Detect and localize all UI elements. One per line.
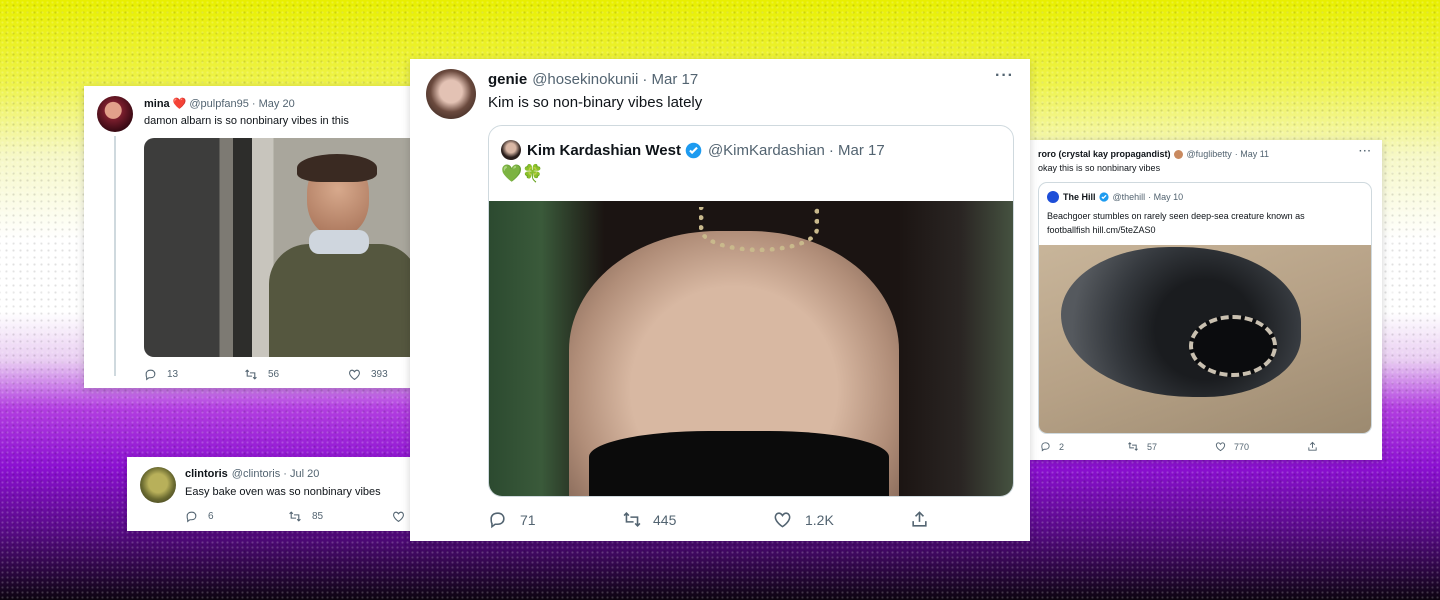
retweet-icon xyxy=(245,369,257,380)
heart-icon xyxy=(1215,442,1226,452)
tweet-actions: 13 56 393 xyxy=(144,368,388,381)
reply-icon xyxy=(1041,442,1050,452)
tweet-card-clintoris[interactable]: clintoris @clintoris · Jul 20 Easy bake … xyxy=(127,457,427,531)
like-count: 1.2K xyxy=(805,511,834,528)
display-name[interactable]: clintoris xyxy=(185,468,228,480)
retweet-icon xyxy=(1128,442,1138,451)
reply-count: 2 xyxy=(1059,441,1065,452)
tweet-card-genie[interactable]: genie @hosekinokunii · Mar 17 ··· Kim is… xyxy=(410,59,1030,541)
timestamp[interactable]: · Mar 17 xyxy=(642,71,698,88)
display-name[interactable]: mina xyxy=(144,98,170,110)
heart-icon xyxy=(393,511,404,523)
display-name[interactable]: genie xyxy=(488,71,527,88)
quote-handle[interactable]: @KimKardashian xyxy=(708,142,825,159)
quote-timestamp[interactable]: · May 10 xyxy=(1148,192,1183,202)
reply-icon xyxy=(186,511,197,523)
handle[interactable]: @hosekinokunii xyxy=(532,71,638,88)
avatar-mina[interactable] xyxy=(97,96,133,132)
retweet-button[interactable]: 85 xyxy=(288,510,392,523)
reply-count: 6 xyxy=(208,511,214,522)
thread-line xyxy=(114,136,116,376)
quote-display-name[interactable]: Kim Kardashian West xyxy=(527,142,681,159)
avatar-genie[interactable] xyxy=(426,69,476,119)
quote-tweet[interactable]: Kim Kardashian West @KimKardashian · Mar… xyxy=(488,125,1014,497)
tweet-actions: 2 57 770 xyxy=(1040,441,1318,452)
retweet-button[interactable]: 57 xyxy=(1127,441,1215,452)
avatar-clintoris[interactable] xyxy=(140,467,176,503)
quote-photo[interactable] xyxy=(489,201,1013,496)
reply-icon xyxy=(145,369,156,381)
like-button[interactable]: 393 xyxy=(348,368,388,381)
retweet-count: 85 xyxy=(312,511,324,522)
timestamp[interactable]: · Jul 20 xyxy=(283,468,319,480)
retweet-icon xyxy=(623,512,641,527)
photo-choker xyxy=(699,207,819,252)
retweet-count: 57 xyxy=(1147,441,1158,452)
quote-tweet[interactable]: The Hill @thehill · May 10 Beachgoer stu… xyxy=(1038,182,1372,434)
retweet-icon xyxy=(289,511,301,522)
retweet-count: 445 xyxy=(653,511,677,528)
photo-top xyxy=(589,431,889,496)
tweet-actions: 71 445 1.2K xyxy=(488,510,929,529)
avatar-kim[interactable] xyxy=(501,140,521,160)
photo-person xyxy=(269,154,414,357)
display-name[interactable]: roro (crystal kay propagandist) xyxy=(1038,149,1171,159)
quote-timestamp[interactable]: · Mar 17 xyxy=(829,142,885,159)
more-options-icon[interactable]: ··· xyxy=(995,67,1014,85)
retweet-button[interactable]: 445 xyxy=(622,510,773,529)
quote-handle[interactable]: @thehill xyxy=(1113,192,1146,202)
avatar-thehill[interactable] xyxy=(1047,191,1059,203)
handle[interactable]: @clintoris xyxy=(232,468,280,480)
tweet-text: okay this is so nonbinary vibes xyxy=(1038,163,1161,173)
reply-count: 13 xyxy=(167,369,179,380)
handle[interactable]: @pulpfan95 xyxy=(189,98,249,110)
verified-badge-icon xyxy=(685,142,702,158)
like-button[interactable]: 1.2K xyxy=(773,510,910,529)
tweet-card-roro[interactable]: roro (crystal kay propagandist) @fuglibe… xyxy=(1030,140,1382,460)
handle[interactable]: @fuglibetty xyxy=(1187,149,1232,159)
reply-icon xyxy=(490,512,505,529)
like-button[interactable]: 770 xyxy=(1215,441,1307,452)
share-icon xyxy=(1308,441,1317,451)
like-count: 770 xyxy=(1234,441,1250,452)
tweet-photo[interactable] xyxy=(144,138,414,357)
more-options-icon[interactable]: ··· xyxy=(1359,146,1372,157)
heart-icon xyxy=(349,369,360,381)
quote-display-name[interactable]: The Hill xyxy=(1063,192,1096,202)
reply-button[interactable]: 71 xyxy=(488,510,622,529)
verified-badge-icon xyxy=(1098,192,1109,202)
quote-text: Beachgoer stumbles on rarely seen deep-s… xyxy=(1047,211,1305,235)
share-button[interactable] xyxy=(1307,441,1318,452)
tweet-text: damon albarn is so nonbinary vibes in th… xyxy=(144,115,349,127)
photo-footballfish xyxy=(1061,247,1301,397)
like-button[interactable] xyxy=(392,510,405,523)
reply-button[interactable]: 2 xyxy=(1040,441,1127,452)
tweet-text: Easy bake oven was so nonbinary vibes xyxy=(185,486,381,498)
like-count: 393 xyxy=(371,369,388,380)
heart-emoji: ❤️ xyxy=(172,98,187,110)
avatar-emoji-icon xyxy=(1173,149,1183,159)
heart-icon xyxy=(774,512,791,528)
retweet-button[interactable]: 56 xyxy=(244,368,348,381)
tweet-actions: 6 85 xyxy=(185,510,405,523)
quote-emoji-text: 💚🍀 xyxy=(501,164,544,183)
reply-count: 71 xyxy=(520,511,536,528)
share-button[interactable] xyxy=(910,510,929,529)
tweet-card-mina[interactable]: mina ❤️ @pulpfan95 · May 20 damon albarn… xyxy=(84,86,424,388)
quote-photo[interactable] xyxy=(1039,245,1371,433)
retweet-count: 56 xyxy=(268,369,280,380)
reply-button[interactable]: 13 xyxy=(144,368,244,381)
reply-button[interactable]: 6 xyxy=(185,510,288,523)
tweet-text: Kim is so non-binary vibes lately xyxy=(488,94,703,111)
share-icon xyxy=(912,511,927,527)
timestamp[interactable]: · May 20 xyxy=(252,98,295,110)
timestamp[interactable]: · May 11 xyxy=(1235,149,1269,159)
